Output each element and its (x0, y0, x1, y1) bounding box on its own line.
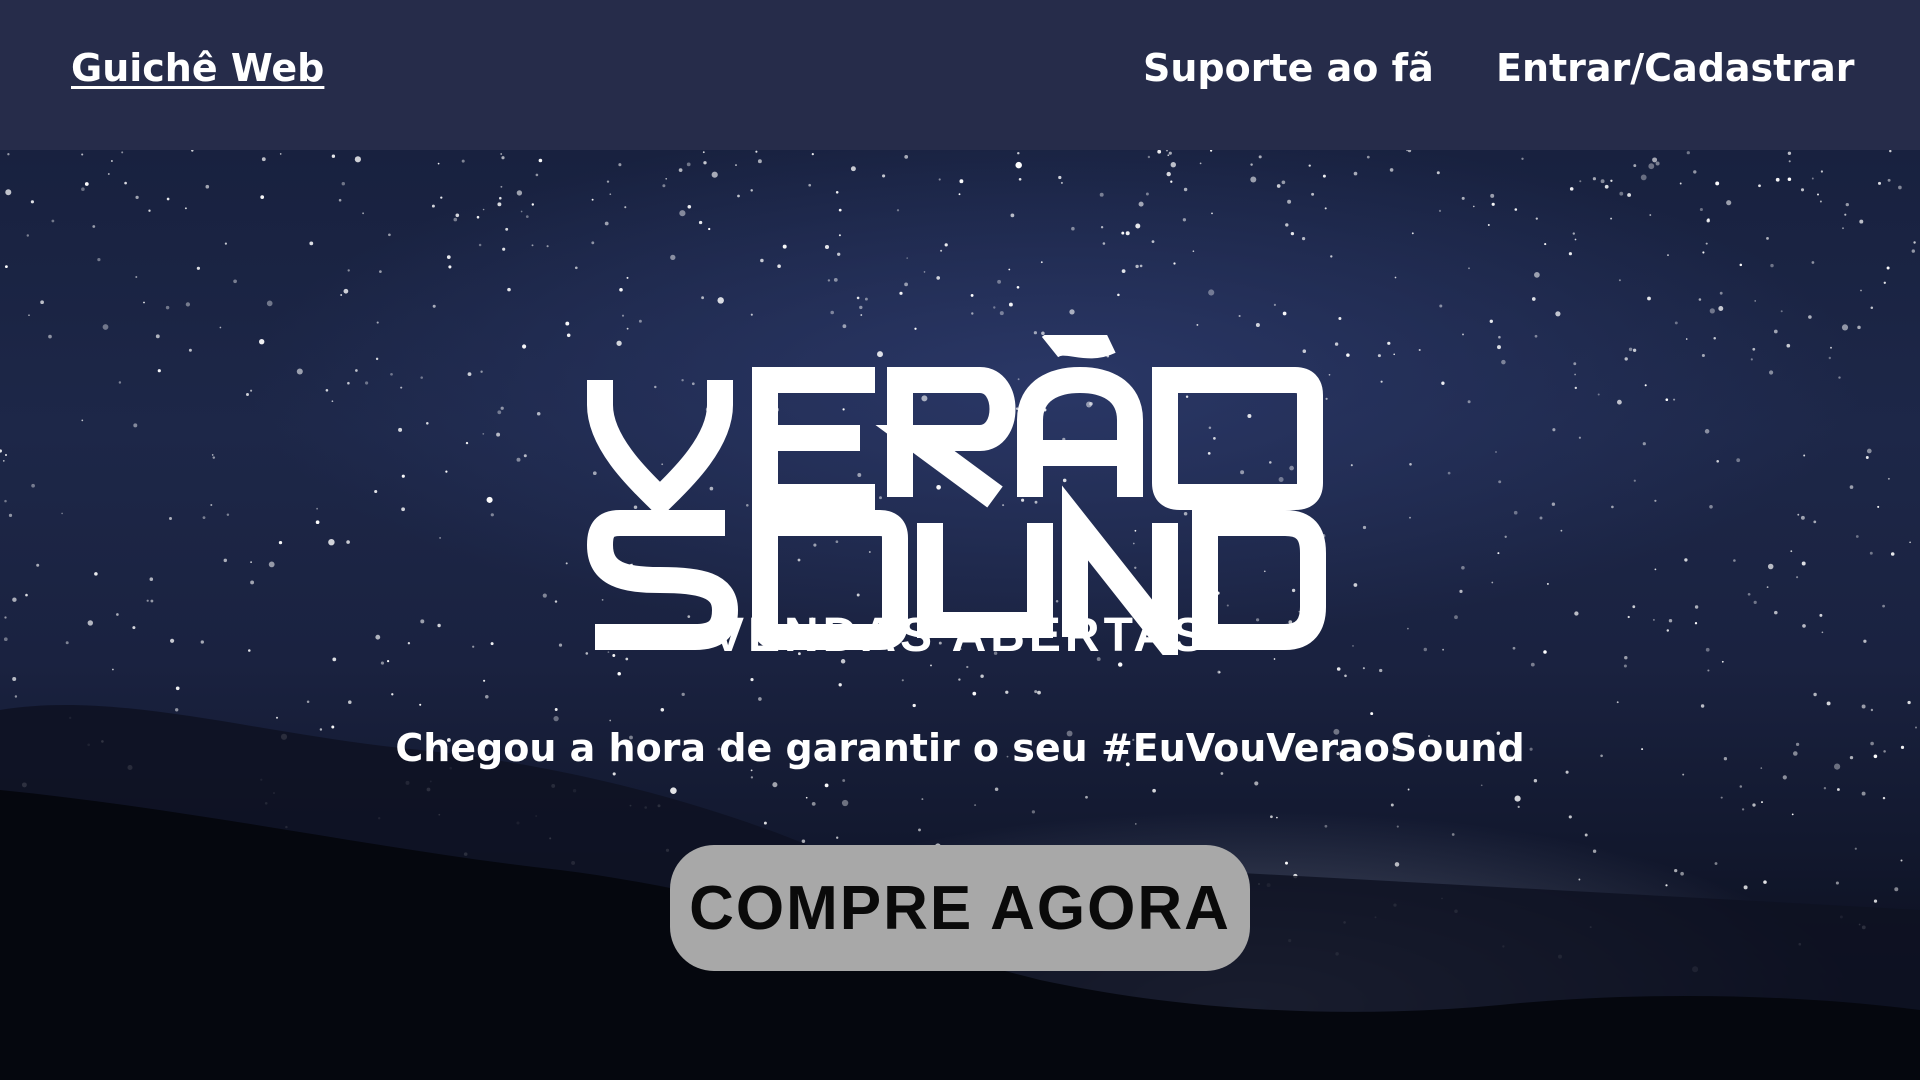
nav-login-register-link[interactable]: Entrar/Cadastrar (1496, 46, 1854, 90)
hashtag-tagline: Chegou a hora de garantir o seu #EuVouVe… (395, 726, 1525, 770)
brand-home-link[interactable]: Guichê Web (71, 46, 324, 90)
top-navigation-bar: Guichê Web Suporte ao fã Entrar/Cadastra… (0, 0, 1920, 150)
nav-fan-support-link[interactable]: Suporte ao fã (1143, 46, 1434, 90)
verao-sound-logo (586, 335, 1326, 655)
page: Guichê Web Suporte ao fã Entrar/Cadastra… (0, 0, 1920, 1080)
buy-now-button[interactable]: COMPRE AGORA (670, 845, 1250, 971)
sales-open-heading: VENDAS ABERTAS (711, 609, 1209, 662)
